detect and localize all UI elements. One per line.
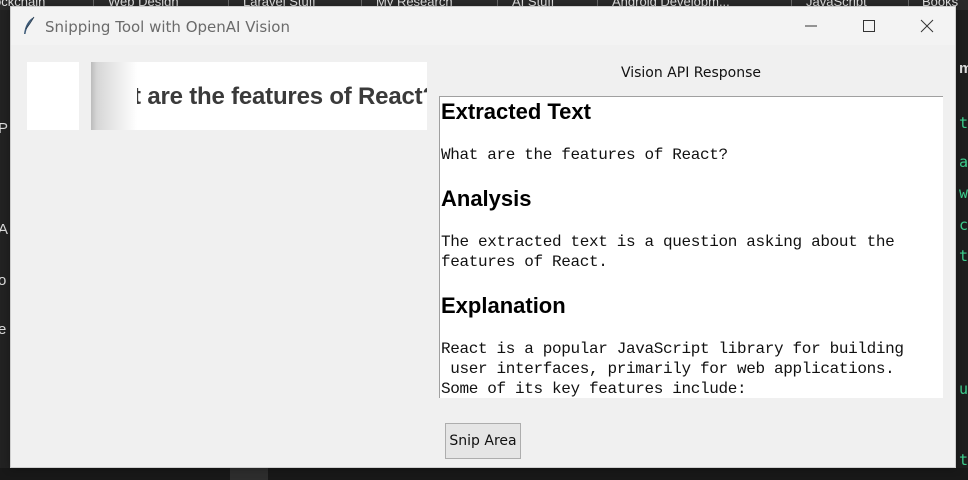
- snip-area-button[interactable]: Snip Area: [445, 423, 521, 459]
- explanation-line: user interfaces, primarily for web appli…: [441, 360, 895, 378]
- preview-thumbnail-blank: [27, 62, 79, 130]
- bg-right-code: wi: [959, 184, 968, 202]
- bg-right-code: a: [959, 153, 968, 171]
- bg-right-code: ta: [959, 451, 968, 469]
- response-panel-label: Vision API Response: [620, 65, 762, 81]
- title-bar[interactable]: Snipping Tool with OpenAI Vision: [11, 7, 955, 45]
- captured-snip-text: What are the features of React?: [91, 83, 427, 110]
- maximize-button[interactable]: [841, 7, 897, 45]
- background-bottom-strip: [0, 468, 968, 480]
- analysis-line: The extracted text is a question asking …: [441, 233, 895, 251]
- extracted-text-body: What are the features of React?: [441, 146, 728, 164]
- captured-snip-preview: What are the features of React?: [91, 62, 427, 130]
- bg-left-text: A: [0, 221, 9, 238]
- app-window: Snipping Tool with OpenAI Vision What ar…: [10, 6, 956, 468]
- analysis-line: features of React.: [441, 253, 608, 271]
- snip-edge-shadow: [91, 62, 137, 130]
- close-button[interactable]: [899, 7, 955, 45]
- explanation-line: React is a popular JavaScript library fo…: [441, 340, 904, 358]
- heading-explanation: Explanation: [441, 293, 566, 318]
- bg-right-code: th: [959, 247, 968, 265]
- bg-left-text: e: [0, 321, 7, 338]
- bg-right-code: u: [959, 380, 968, 398]
- minimize-icon: [805, 25, 817, 27]
- background-right-editor: m t a wi c th u ta: [957, 10, 968, 480]
- heading-extracted-text: Extracted Text: [441, 99, 591, 124]
- explanation-line: Some of its key features include:: [441, 380, 747, 398]
- response-text-area[interactable]: Extracted Text What are the features of …: [439, 96, 943, 398]
- maximize-icon: [863, 20, 875, 32]
- window-title: Snipping Tool with OpenAI Vision: [45, 18, 290, 36]
- close-icon: [920, 19, 934, 33]
- background-left-window: P A o e: [0, 10, 10, 480]
- feather-icon: [24, 16, 35, 34]
- bg-right-code: c: [959, 216, 968, 234]
- bg-left-text: P: [0, 120, 9, 137]
- bg-bottom-divider: [230, 468, 268, 480]
- minimize-button[interactable]: [783, 7, 839, 45]
- bg-right-heading: m: [959, 60, 968, 77]
- bg-left-text: o: [0, 272, 7, 289]
- heading-analysis: Analysis: [441, 186, 532, 211]
- bg-right-code: t: [959, 114, 968, 132]
